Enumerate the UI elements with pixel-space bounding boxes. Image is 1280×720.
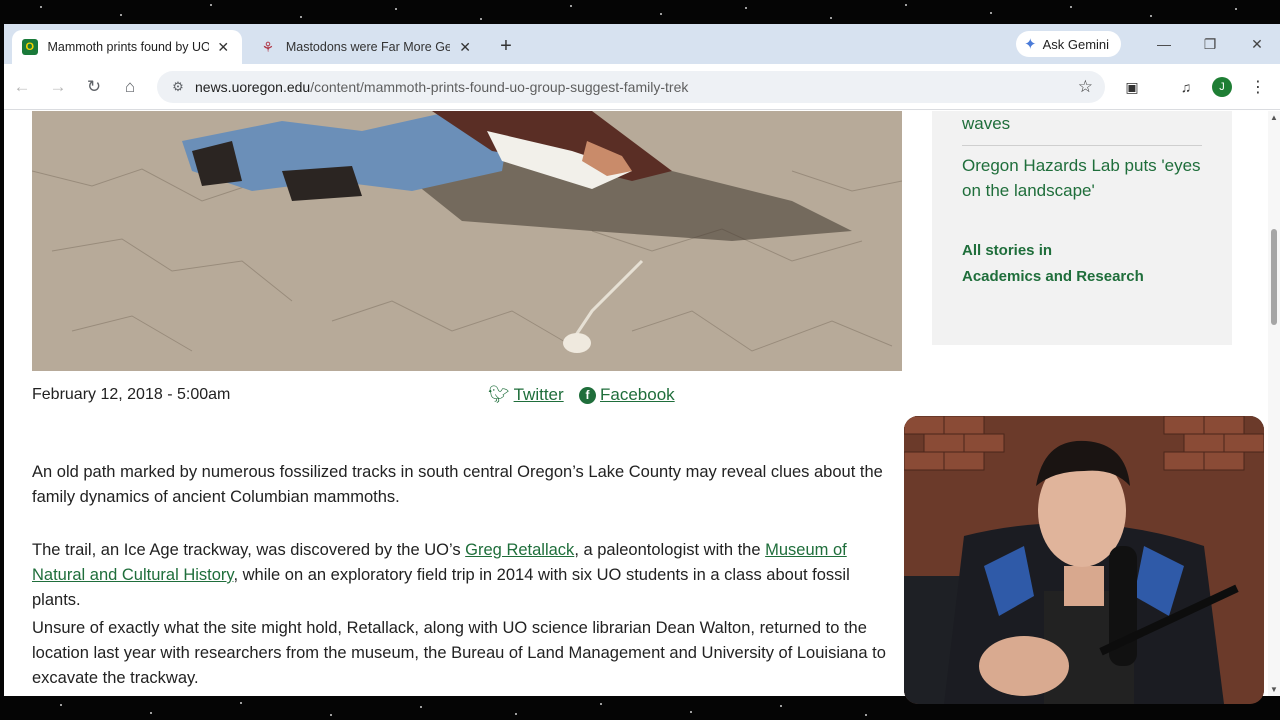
share-twitter-link[interactable]: 🐦︎ Twitter [488, 385, 564, 405]
article-paragraph-2: The trail, an Ice Age trackway, was disc… [32, 538, 902, 613]
related-story-link[interactable]: waves [962, 111, 1202, 136]
divider [962, 145, 1202, 146]
back-button[interactable]: ← [10, 75, 34, 99]
tab-title: Mastodons were Far More Genetically Dive… [285, 40, 451, 54]
share-twitter-label: Twitter [513, 385, 564, 404]
scrollbar-thumb[interactable] [1271, 229, 1277, 325]
article-paragraph-1: An old path marked by numerous fossilize… [32, 463, 883, 506]
ask-gemini-button[interactable]: ✦ Ask Gemini [1016, 31, 1122, 57]
scroll-down-icon[interactable]: ▼ [1270, 685, 1278, 694]
scroll-up-icon[interactable]: ▲ [1270, 113, 1278, 122]
media-controls-icon[interactable]: ♫ [1174, 75, 1198, 99]
reload-button[interactable]: ↻ [82, 75, 106, 99]
paragraph-text: , a paleontologist with the [574, 541, 766, 559]
restore-button[interactable]: ❐ [1197, 32, 1223, 56]
all-stories-line1: All stories in [962, 242, 1053, 259]
share-facebook-label: Facebook [600, 385, 675, 404]
paragraph-text: The trail, an Ice Age trackway, was disc… [32, 541, 466, 559]
all-stories-line2: Academics and Research [962, 268, 1144, 285]
related-stories-sidebar: waves Oregon Hazards Lab puts 'eyes on t… [932, 111, 1232, 345]
hero-photo-researcher-at-trackway [32, 111, 902, 371]
facebook-icon: f [579, 386, 596, 404]
avatar-initial: J [1219, 81, 1225, 93]
share-facebook-link[interactable]: f Facebook [579, 385, 675, 405]
browser-toolbar: ← → ↻ ⌂ ⚙ news.uoregon.edu/content/mammo… [4, 64, 1280, 110]
greg-retallack-link[interactable]: Greg Retallack [465, 541, 574, 559]
search-tabs-icon[interactable]: ▣ [1120, 75, 1144, 99]
more-menu-icon[interactable]: ⋮ [1246, 75, 1270, 99]
twitter-bird-icon: 🐦︎ [488, 385, 510, 404]
related-story-link-hazards-lab[interactable]: Oregon Hazards Lab puts 'eyes on the lan… [962, 153, 1202, 203]
article-paragraph-3: Unsure of exactly what the site might ho… [32, 619, 886, 687]
home-button[interactable]: ⌂ [118, 75, 142, 99]
url-path: /content/mammoth-prints-found-uo-group-s… [310, 79, 689, 95]
forward-button[interactable]: → [46, 75, 70, 99]
address-bar[interactable]: ⚙ news.uoregon.edu/content/mammoth-print… [157, 71, 1105, 103]
gemini-sparkle-icon: ✦ [1024, 36, 1037, 53]
minimize-button[interactable]: — [1151, 32, 1177, 56]
mastodon-site-icon: ⚘ [261, 38, 275, 55]
all-stories-link[interactable]: All stories in Academics and Research [962, 238, 1144, 290]
close-window-button[interactable]: ✕ [1244, 32, 1270, 56]
url-text[interactable]: news.uoregon.edu/content/mammoth-prints-… [195, 79, 688, 95]
article-date: February 12, 2018 - 5:00am [32, 386, 231, 403]
site-info-icon[interactable]: ⚙ [161, 79, 195, 95]
webcam-overlay-presenter [904, 416, 1264, 704]
profile-avatar[interactable]: J [1212, 77, 1232, 97]
ask-gemini-label: Ask Gemini [1042, 36, 1110, 52]
close-tab-icon[interactable]: ✕ [456, 38, 474, 56]
bookmark-star-icon[interactable]: ☆ [1078, 77, 1093, 97]
uo-logo-icon: O [22, 39, 38, 55]
tab-mastodons[interactable]: ⚘ Mastodons were Far More Genetically Di… [250, 30, 484, 64]
page-scrollbar[interactable]: ▲ ▼ [1268, 111, 1280, 696]
tab-strip: O Mammoth prints found by UO group sugge… [4, 24, 1280, 64]
close-tab-icon[interactable]: ✕ [215, 38, 232, 56]
tab-mammoth-prints[interactable]: O Mammoth prints found by UO group sugge… [12, 30, 242, 64]
url-domain: news.uoregon.edu [195, 79, 311, 95]
tab-title: Mammoth prints found by UO group suggest… [47, 40, 209, 54]
new-tab-button[interactable]: + [494, 34, 518, 58]
